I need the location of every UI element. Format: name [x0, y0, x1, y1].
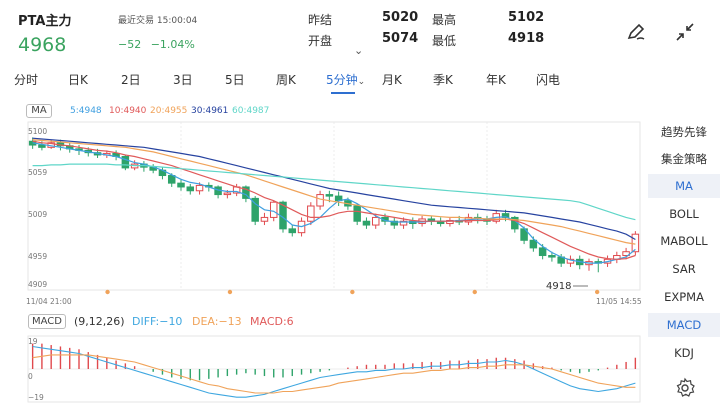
tab-intraday[interactable]: 分时	[14, 71, 38, 88]
candle-up	[307, 205, 315, 222]
macd-label-zero: 0	[28, 372, 33, 381]
last-trade-time: 最近交易 15:00:04	[118, 16, 198, 26]
tab-5min-label: 5分钟	[326, 73, 358, 87]
indicator-expma[interactable]: EXPMA	[648, 290, 720, 304]
quote-header: PTA主力 最近交易 15:00:04 4968 −52 −1.04% 昨结 5…	[0, 0, 720, 62]
period-tabs: 分时 日K 2日 3日 5日 周K 5分钟⌄ 月K 季K 年K 闪电	[0, 66, 600, 94]
ma-indicator-chip[interactable]: MA	[26, 104, 52, 118]
candle-up	[316, 194, 324, 207]
candle-down	[167, 175, 176, 184]
candle-down	[548, 255, 556, 258]
macd-dea-legend: DEA:−13	[192, 315, 242, 328]
prev-close-value: 5020	[382, 10, 419, 25]
prev-close-label: 昨结	[308, 13, 333, 27]
price-label-2: 5059	[28, 168, 47, 177]
indicator-maboll[interactable]: MABOLL	[648, 234, 720, 248]
macd-diff-legend: DIFF:−10	[132, 315, 183, 328]
expand-quote-chevron-icon[interactable]: ⌄	[354, 44, 363, 57]
candle-down	[529, 239, 538, 249]
event-dot-1	[227, 289, 233, 295]
candle-down	[186, 186, 195, 192]
macd-grid	[27, 335, 641, 403]
event-dot-0	[105, 289, 110, 295]
collapse-arrows-icon[interactable]	[673, 20, 697, 44]
macd-chart[interactable]: 19 0 −19	[0, 334, 648, 405]
high-label: 最高	[432, 13, 457, 27]
candle-down	[362, 220, 371, 226]
candle-up	[195, 184, 204, 192]
indicator-trend-pioneer[interactable]: 趋势先锋	[648, 124, 720, 140]
tab-2day[interactable]: 2日	[121, 71, 141, 88]
candle-down	[38, 144, 46, 148]
diff-line	[32, 345, 636, 398]
price-label-3: 5009	[28, 210, 47, 219]
candle-up	[223, 192, 232, 196]
change-percent: −1.04%	[150, 38, 195, 51]
time-end-label: 11/05 14:55	[596, 297, 642, 306]
low-price-marker: 4918	[546, 281, 571, 292]
settings-gear-icon[interactable]	[674, 377, 696, 399]
indicator-sar[interactable]: SAR	[648, 262, 720, 276]
candle-up	[269, 201, 278, 218]
low-label: 最低	[432, 34, 457, 48]
tab-week[interactable]: 周K	[276, 71, 296, 88]
candle-down	[353, 205, 361, 222]
tab-quarter[interactable]: 季K	[433, 71, 453, 88]
indicator-macd[interactable]: MACD	[648, 313, 720, 337]
last-price: 4968	[18, 34, 67, 56]
candle-down	[538, 247, 547, 257]
candle-up	[260, 216, 269, 222]
indicator-money-strategy[interactable]: 集金策略	[648, 151, 720, 167]
tab-flash[interactable]: 闪电	[536, 71, 560, 88]
active-tab-indicator	[331, 92, 355, 94]
tab-dropdown-chevron-icon: ⌄	[357, 77, 366, 87]
macd-params: (9,12,26)	[74, 315, 125, 328]
tab-5day[interactable]: 5日	[225, 71, 245, 88]
draw-pen-icon[interactable]	[624, 20, 648, 44]
open-label: 开盘	[308, 34, 333, 48]
candlestick-chart[interactable]: 5100 5059 5009 4959 4909 11/04 21:00 11/…	[0, 118, 648, 308]
contract-title: PTA主力	[18, 14, 72, 29]
indicator-ma[interactable]: MA	[648, 174, 720, 198]
candle-down	[288, 228, 297, 234]
price-label-4: 4959	[28, 252, 47, 261]
indicator-kdj[interactable]: KDJ	[648, 346, 720, 360]
candle-up	[371, 216, 380, 226]
indicator-boll[interactable]: BOLL	[648, 207, 720, 221]
price-label-top: 5100	[28, 127, 47, 136]
candle-down	[325, 194, 334, 197]
candle-up	[631, 233, 640, 253]
tab-month[interactable]: 月K	[382, 71, 402, 88]
high-value: 5102	[508, 10, 545, 25]
change-value: −52	[118, 38, 142, 51]
event-dot-2	[350, 289, 355, 295]
ma5-legend: 5:4948	[70, 106, 102, 116]
event-dot-3	[472, 289, 477, 295]
indicator-sidebar: 趋势先锋 集金策略 MA BOLL MABOLL SAR EXPMA MACD …	[648, 116, 720, 371]
price-axis: 5100 5059 5009 4959 4909	[28, 127, 47, 289]
tab-3day[interactable]: 3日	[173, 71, 193, 88]
open-value: 5074	[382, 31, 419, 46]
price-change: −52 −1.04%	[118, 38, 195, 51]
macd-indicator-chip[interactable]: MACD	[28, 314, 66, 329]
tab-5min[interactable]: 5分钟⌄	[326, 71, 365, 88]
macd-label-bottom: −19	[28, 393, 44, 402]
ma20-legend: 20:4955	[150, 106, 188, 116]
ma30-legend: 30:4961	[191, 106, 229, 116]
tab-day[interactable]: 日K	[68, 71, 88, 88]
time-start-label: 11/04 21:00	[26, 297, 72, 306]
low-value: 4918	[508, 31, 545, 46]
macd-value-legend: MACD:6	[250, 315, 294, 328]
event-dot-4	[594, 289, 600, 295]
price-label-bottom: 4909	[28, 280, 47, 289]
ma60-legend: 60:4987	[232, 106, 270, 116]
ma10-legend: 10:4940	[109, 106, 147, 116]
tab-year[interactable]: 年K	[486, 71, 506, 88]
macd-lines	[32, 345, 636, 398]
candle-down	[177, 182, 185, 188]
